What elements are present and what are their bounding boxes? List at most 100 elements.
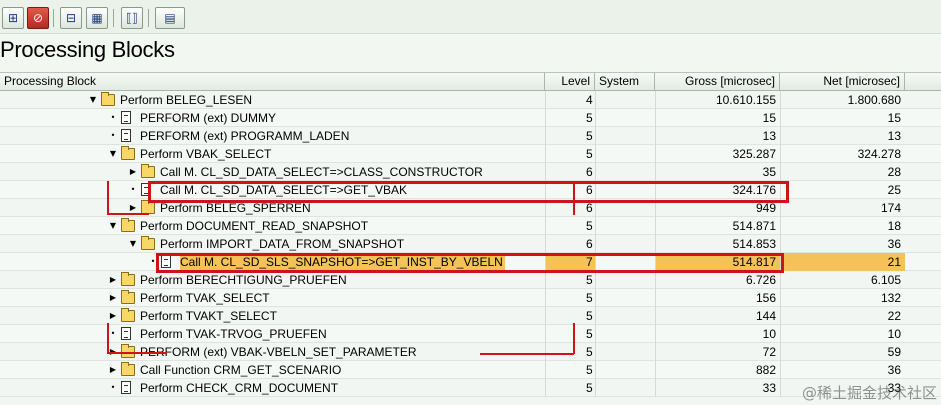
net-cell: 28: [780, 163, 905, 181]
toolbar-separator: [53, 9, 54, 27]
column-level[interactable]: Level: [545, 73, 595, 91]
processing-block-label[interactable]: Perform BELEG_SPERREN: [160, 199, 311, 217]
net-cell: 6.105: [780, 271, 905, 289]
tree-row[interactable]: • PERFORM (ext) PROGRAMM_LADEN 5 13 13: [0, 127, 941, 145]
expand-node-icon[interactable]: ▶: [128, 199, 138, 217]
processing-block-cell: ▶ PERFORM (ext) VBAK-VBELN_SET_PARAMETER: [0, 343, 545, 361]
processing-block-label[interactable]: PERFORM (ext) DUMMY: [140, 109, 276, 127]
expand-icon[interactable]: ⊟: [60, 7, 82, 29]
tree-row[interactable]: ▶ Call M. CL_SD_DATA_SELECT=>CLASS_CONSTR…: [0, 163, 941, 181]
processing-block-cell: • PERFORM (ext) DUMMY: [0, 109, 545, 127]
tree-row[interactable]: ▼ Perform VBAK_SELECT 5 325.287 324.278: [0, 145, 941, 163]
column-processing-block[interactable]: Processing Block: [0, 73, 545, 91]
processing-block-cell: • PERFORM (ext) PROGRAMM_LADEN: [0, 127, 545, 145]
tree-row[interactable]: ▼ Perform BELEG_LESEN 4 10.610.155 1.800.680: [0, 91, 941, 109]
level-cell: 5: [545, 307, 595, 325]
processing-block-label[interactable]: Call Function CRM_GET_SCENARIO: [140, 361, 341, 379]
level-cell: 5: [545, 325, 595, 343]
processing-block-label[interactable]: Call M. CL_SD_DATA_SELECT=>GET_VBAK: [160, 181, 407, 199]
tree-row[interactable]: ▼ Perform IMPORT_DATA_FROM_SNAPSHOT 6 514.8…: [0, 235, 941, 253]
processing-block-label[interactable]: Perform VBAK_SELECT: [140, 145, 271, 163]
tree-row[interactable]: • Call M. CL_SD_SLS_SNAPSHOT=>GET_INST_BY…: [0, 253, 941, 271]
processing-block-label[interactable]: Perform DOCUMENT_READ_SNAPSHOT: [140, 217, 368, 235]
expand-node-icon[interactable]: ▶: [108, 361, 118, 379]
tree-row[interactable]: ▶ PERFORM (ext) VBAK-VBELN_SET_PARAMETER 5…: [0, 343, 941, 361]
column-system[interactable]: System: [595, 73, 655, 91]
system-cell: [595, 217, 655, 235]
level-cell: 5: [545, 109, 595, 127]
processing-block-label[interactable]: Perform BERECHTIGUNG_PRUEFEN: [140, 271, 347, 289]
processing-block-cell: ▼ Perform IMPORT_DATA_FROM_SNAPSHOT: [0, 235, 545, 253]
expand-node-icon[interactable]: ▶: [128, 163, 138, 181]
tree-row[interactable]: ▶ Perform BERECHTIGUNG_PRUEFEN 5 6.726 6.105: [0, 271, 941, 289]
folder-icon: [141, 236, 155, 250]
processing-block-label[interactable]: Perform IMPORT_DATA_FROM_SNAPSHOT: [160, 235, 404, 253]
processing-block-label[interactable]: Perform CHECK_CRM_DOCUMENT: [140, 379, 338, 397]
column-net[interactable]: Net [microsec]: [780, 73, 905, 91]
processing-block-label[interactable]: Perform TVAK-TRVOG_PRUEFEN: [140, 325, 327, 343]
collapse-node-icon[interactable]: ▼: [88, 91, 98, 109]
tree-row[interactable]: • Call M. CL_SD_DATA_SELECT=>GET_VBAK 6 324…: [0, 181, 941, 199]
brackets-icon[interactable]: ⟦⟧: [121, 7, 143, 29]
level-cell: 4: [545, 91, 595, 109]
system-cell: [595, 145, 655, 163]
level-cell: 7: [545, 253, 595, 271]
expand-node-icon[interactable]: ▶: [108, 307, 118, 325]
processing-block-cell: • Perform TVAK-TRVOG_PRUEFEN: [0, 325, 545, 343]
document-icon: [121, 327, 131, 340]
tree-row[interactable]: ▶ Perform TVAKT_SELECT 5 144 22: [0, 307, 941, 325]
column-header-row: Processing Block Level System Gross [mic…: [0, 73, 941, 91]
processing-block-label[interactable]: Perform TVAKT_SELECT: [140, 307, 277, 325]
tree-row[interactable]: ▼ Perform DOCUMENT_READ_SNAPSHOT 5 514.871 1…: [0, 217, 941, 235]
gross-cell: 514.853: [655, 235, 780, 253]
toolbar: ⊞ ⊘ ⊟ ▦ ⟦⟧ ▤: [0, 0, 941, 34]
net-cell: 36: [780, 235, 905, 253]
expand-node-icon[interactable]: ▶: [108, 271, 118, 289]
net-cell: 132: [780, 289, 905, 307]
processing-block-label[interactable]: Call M. CL_SD_SLS_SNAPSHOT=>GET_INST_BY_…: [180, 253, 505, 271]
tree-row[interactable]: • Perform TVAK-TRVOG_PRUEFEN 5 10 10: [0, 325, 941, 343]
system-cell: [595, 127, 655, 145]
expand-node-icon[interactable]: ▶: [108, 343, 118, 361]
processing-block-label[interactable]: Call M. CL_SD_DATA_SELECT=>CLASS_CONSTRU…: [160, 163, 483, 181]
processing-block-cell: ▼ Perform BELEG_LESEN: [0, 91, 545, 109]
collapse-node-icon[interactable]: ▼: [108, 145, 118, 163]
tree-row[interactable]: • PERFORM (ext) DUMMY 5 15 15: [0, 109, 941, 127]
expand-node-icon[interactable]: ▶: [108, 289, 118, 307]
hierarchy-icon[interactable]: ⊞: [2, 7, 24, 29]
processing-block-cell: • Perform CHECK_CRM_DOCUMENT: [0, 379, 545, 397]
tree-row[interactable]: ▶ Perform BELEG_SPERREN 6 949 174: [0, 199, 941, 217]
net-cell: 22: [780, 307, 905, 325]
processing-block-label[interactable]: PERFORM (ext) VBAK-VBELN_SET_PARAMETER: [140, 343, 417, 361]
layout-icon[interactable]: ▤: [155, 7, 185, 29]
level-cell: 6: [545, 181, 595, 199]
folder-icon: [121, 362, 135, 376]
system-cell: [595, 289, 655, 307]
folder-icon: [141, 200, 155, 214]
processing-block-label[interactable]: Perform BELEG_LESEN: [120, 91, 252, 109]
folder-icon: [121, 218, 135, 232]
net-cell: 36: [780, 361, 905, 379]
tree-row[interactable]: • Perform CHECK_CRM_DOCUMENT 5 33 33: [0, 379, 941, 397]
folder-icon: [121, 344, 135, 358]
tree-row[interactable]: ▶ Call Function CRM_GET_SCENARIO 5 882 36: [0, 361, 941, 379]
level-cell: 5: [545, 145, 595, 163]
processing-block-label[interactable]: PERFORM (ext) PROGRAMM_LADEN: [140, 127, 349, 145]
level-cell: 6: [545, 199, 595, 217]
level-cell: 6: [545, 163, 595, 181]
processing-block-label[interactable]: Perform TVAK_SELECT: [140, 289, 270, 307]
column-filler: [905, 73, 941, 91]
tree-row[interactable]: ▶ Perform TVAK_SELECT 5 156 132: [0, 289, 941, 307]
folder-icon: [141, 164, 155, 178]
column-gross[interactable]: Gross [microsec]: [655, 73, 780, 91]
processing-block-cell: ▶ Perform TVAK_SELECT: [0, 289, 545, 307]
collapse-node-icon[interactable]: ▼: [128, 235, 138, 253]
level-cell: 5: [545, 289, 595, 307]
level-cell: 5: [545, 271, 595, 289]
grid-icon[interactable]: ▦: [86, 7, 108, 29]
leaf-bullet-icon: •: [110, 131, 116, 140]
net-cell: 1.800.680: [780, 91, 905, 109]
cancel-icon[interactable]: ⊘: [27, 7, 49, 29]
leaf-bullet-icon: •: [150, 257, 156, 266]
collapse-node-icon[interactable]: ▼: [108, 217, 118, 235]
